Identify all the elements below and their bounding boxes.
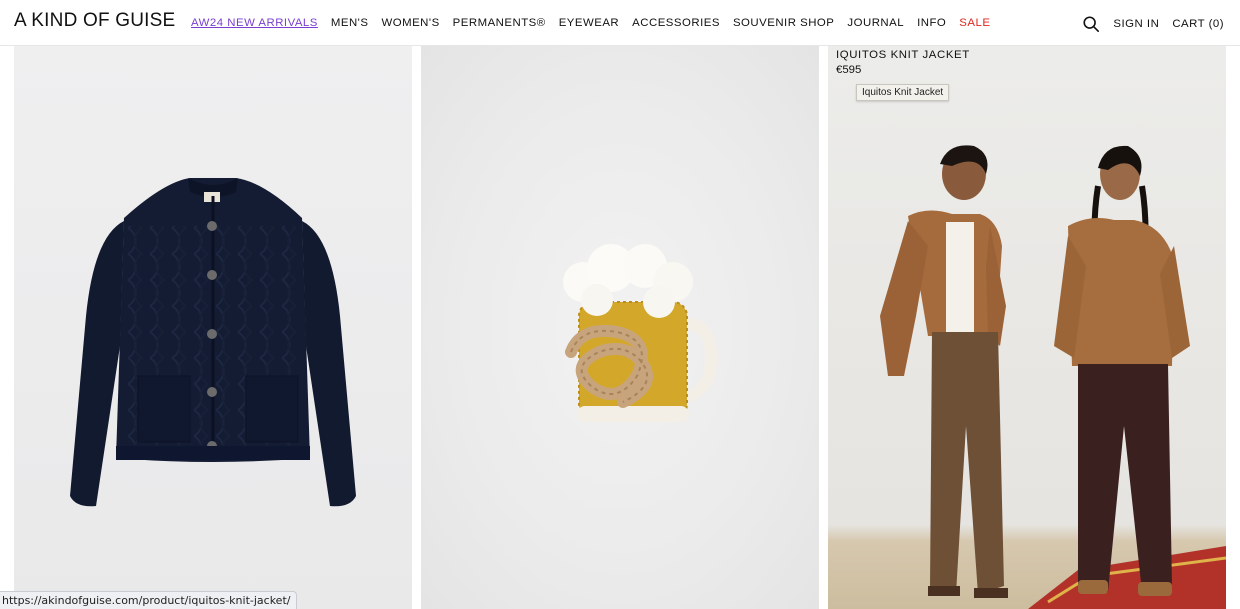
site-header: A KIND OF GUISE AW24 NEW ARRIVALS MEN'S …	[0, 0, 1240, 46]
nav-sale[interactable]: SALE	[959, 17, 990, 29]
product-card-beer-brooch[interactable]	[421, 46, 819, 609]
nav-eyewear[interactable]: EYEWEAR	[559, 17, 619, 29]
nav-womens[interactable]: WOMEN'S	[381, 17, 439, 29]
product-card-navy-cardigan[interactable]	[14, 46, 412, 609]
product-tooltip: Iquitos Knit Jacket	[856, 84, 950, 101]
cart-link[interactable]: CART (0)	[1172, 18, 1224, 30]
nav-journal[interactable]: JOURNAL	[847, 17, 904, 29]
sign-in-link[interactable]: SIGN IN	[1113, 18, 1159, 30]
header-tools: SIGN IN CART (0)	[1082, 15, 1224, 33]
product-title[interactable]: IQUITOS KNIT JACKET	[836, 49, 970, 61]
iquitos-jacket-image	[880, 145, 1226, 609]
nav-accessories[interactable]: ACCESSORIES	[632, 17, 720, 29]
product-grid: IQUITOS KNIT JACKET €595 Iquitos Knit Ja…	[14, 46, 1226, 609]
logo[interactable]: A KIND OF GUISE	[14, 10, 175, 32]
browser-status-url: https://akindofguise.com/product/iquitos…	[0, 591, 298, 609]
nav-info[interactable]: INFO	[917, 17, 946, 29]
product-card-iquitos-knit-jacket[interactable]: IQUITOS KNIT JACKET €595 Iquitos Knit Ja…	[828, 46, 1226, 609]
nav-souvenir-shop[interactable]: SOUVENIR SHOP	[733, 17, 834, 29]
search-icon[interactable]	[1082, 15, 1100, 33]
product-price: €595	[836, 64, 862, 76]
beer-brooch-image	[563, 244, 718, 422]
nav-aw24-new-arrivals[interactable]: AW24 NEW ARRIVALS	[191, 17, 318, 29]
navy-cardigan-image	[70, 178, 356, 507]
nav-permanents[interactable]: PERMANENTS®	[453, 17, 546, 29]
product-caption: IQUITOS KNIT JACKET €595	[836, 49, 970, 76]
nav-mens[interactable]: MEN'S	[331, 17, 369, 29]
main-nav: AW24 NEW ARRIVALS MEN'S WOMEN'S PERMANEN…	[191, 17, 990, 29]
